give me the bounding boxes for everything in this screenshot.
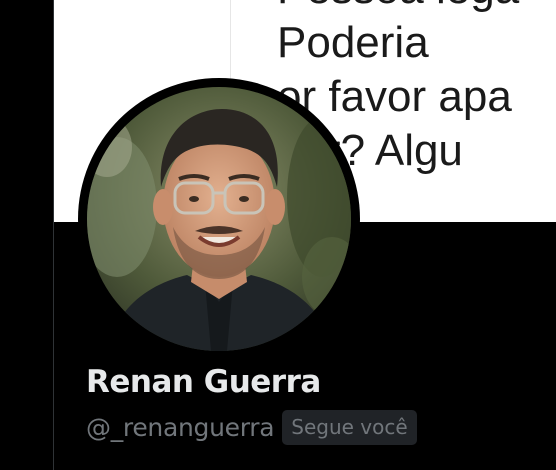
username-handle: @_renanguerra bbox=[86, 412, 275, 442]
profile-header: Pessoa lega Poderia or favor apa tter? A… bbox=[0, 0, 556, 470]
left-navigation-rail bbox=[0, 0, 53, 470]
follows-you-badge: Segue você bbox=[282, 409, 417, 445]
display-name: Renan Guerra bbox=[86, 364, 321, 400]
avatar-photo bbox=[87, 87, 351, 351]
handle-row: @_renanguerra Segue você bbox=[86, 409, 417, 445]
banner-text-line: Poderia bbox=[277, 18, 429, 67]
avatar[interactable] bbox=[87, 87, 351, 351]
banner-text-line: Pessoa lega bbox=[277, 0, 519, 16]
